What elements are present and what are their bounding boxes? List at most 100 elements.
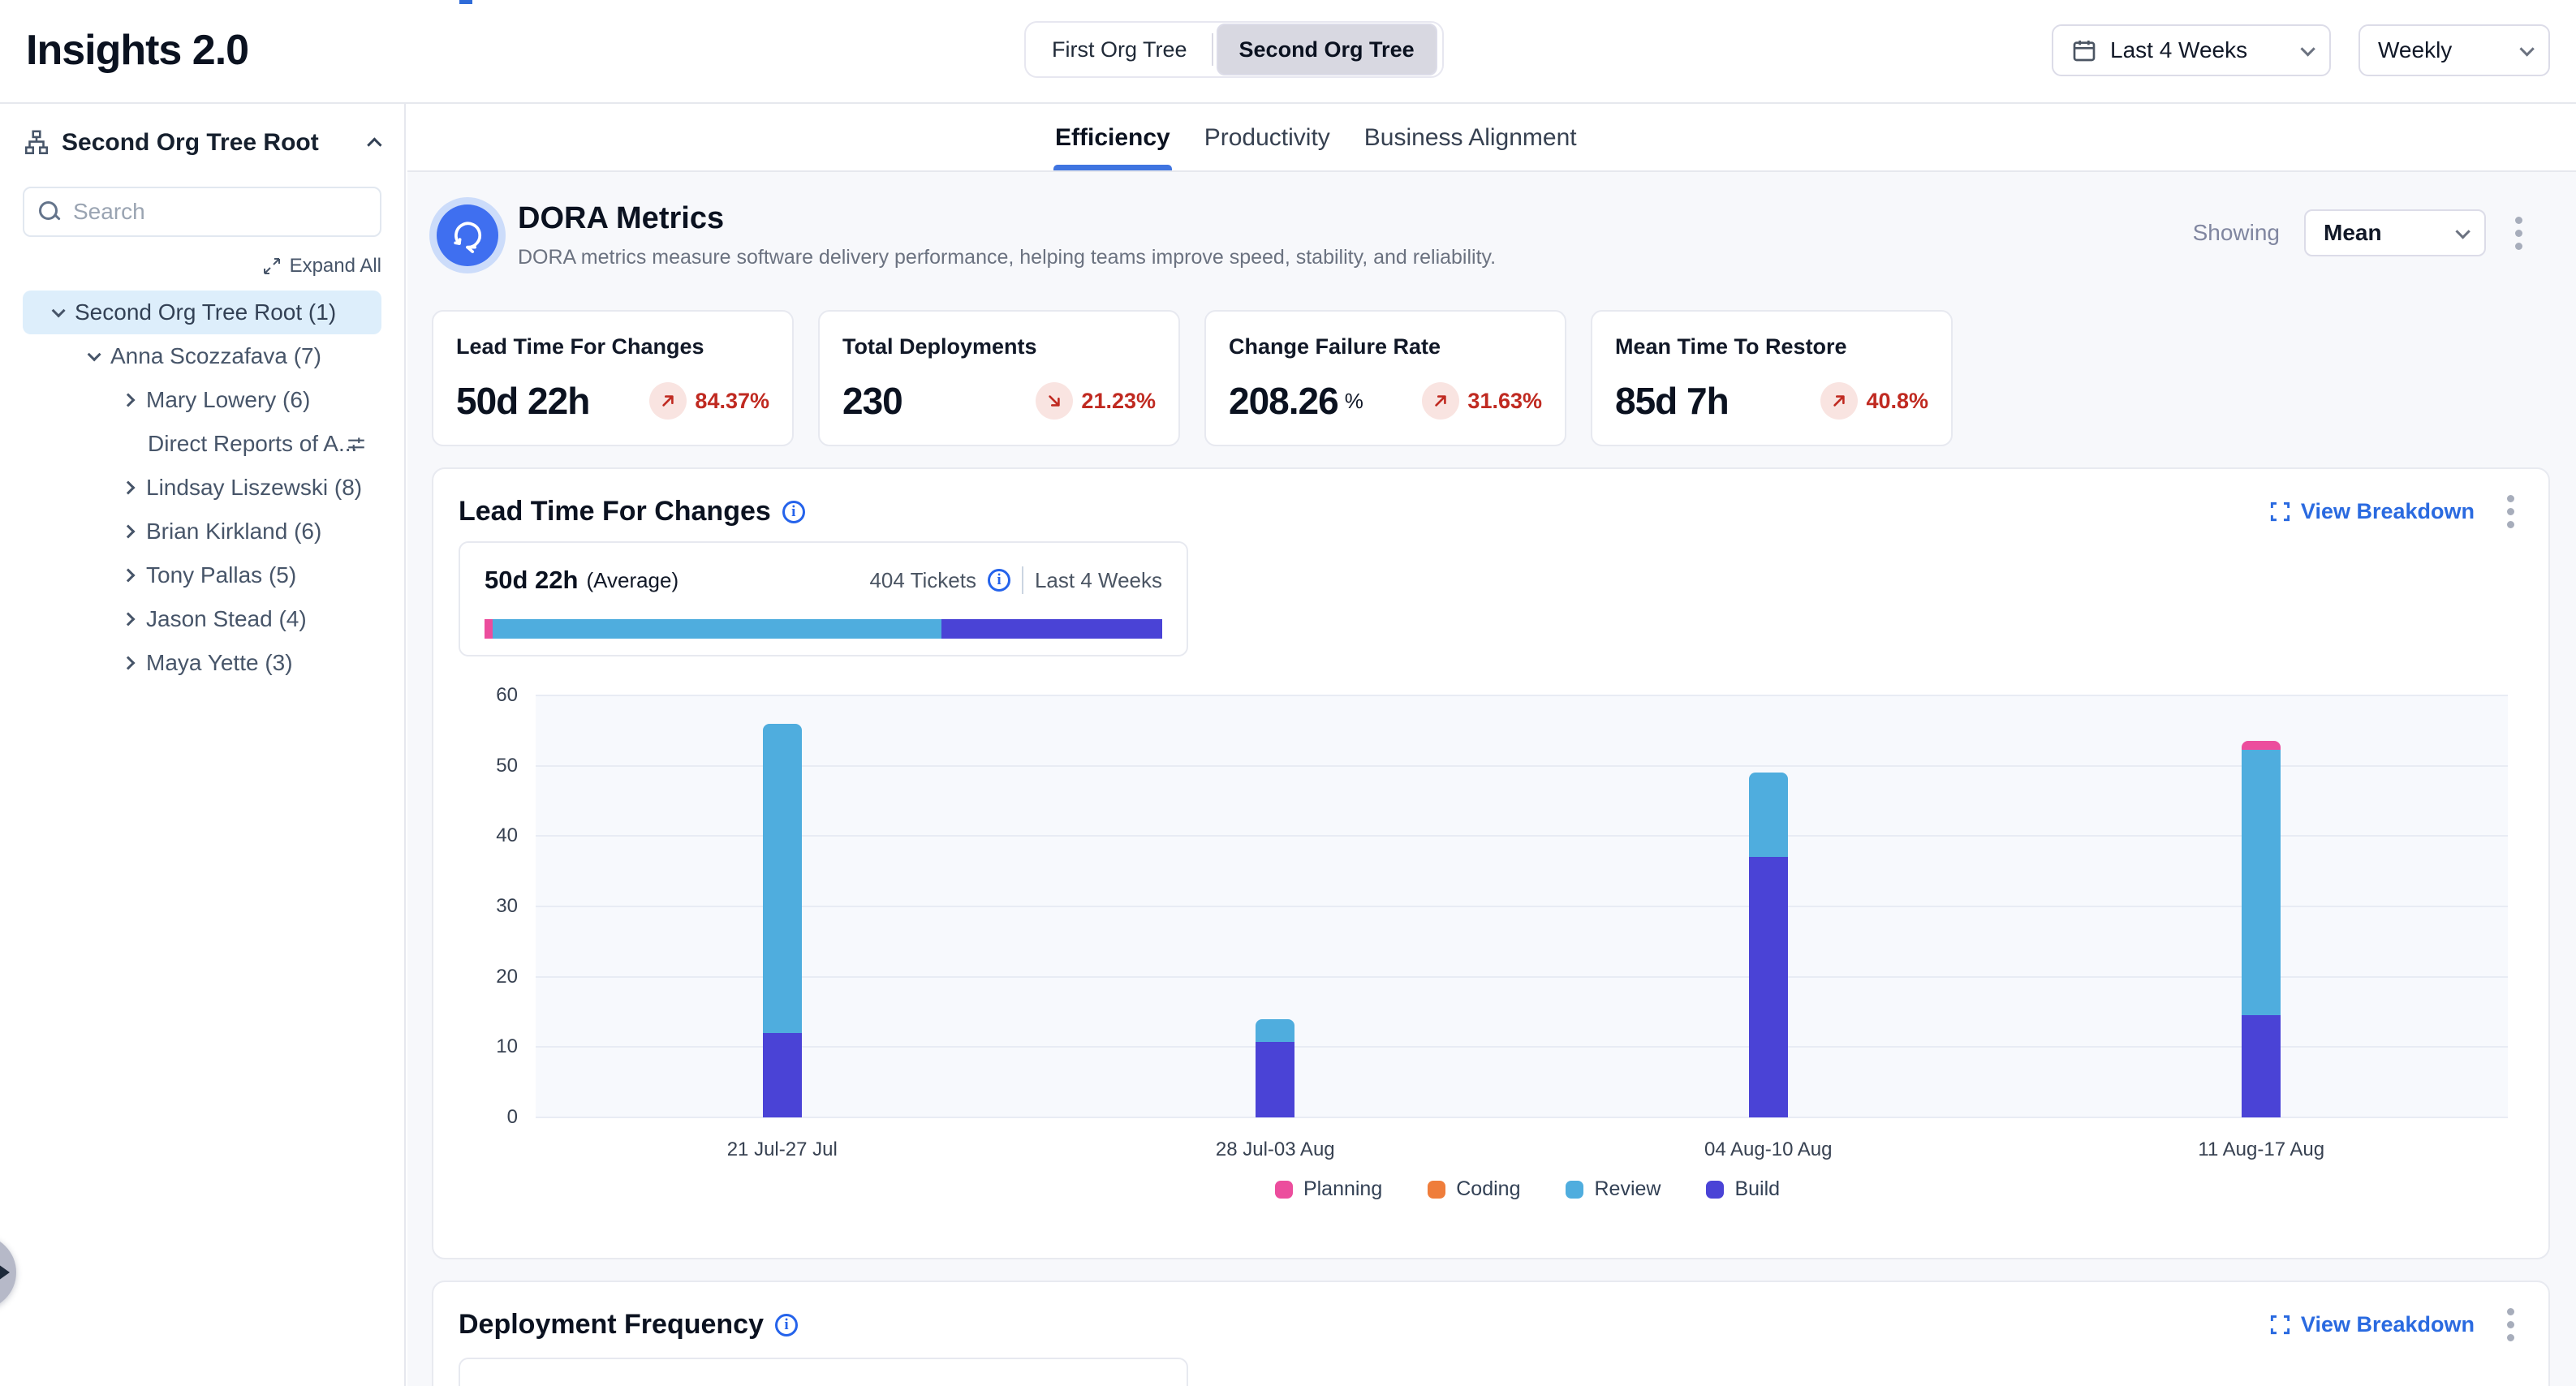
date-range-select[interactable]: Last 4 Weeks — [2052, 24, 2331, 76]
chevron-right-icon[interactable] — [122, 525, 136, 539]
info-icon[interactable]: i — [775, 1314, 798, 1336]
metric-card-value-row: 23021.23% — [842, 379, 1156, 423]
x-axis-label: 11 Aug-17 Aug — [2198, 1138, 2324, 1161]
tree-item[interactable]: Jason Stead (4) — [23, 597, 381, 641]
tree-item[interactable]: Direct Reports of A... — [23, 422, 381, 466]
tree-item-label: Lindsay Liszewski (8) — [146, 475, 362, 501]
sidebar-header: Second Org Tree Root — [23, 120, 381, 166]
trend-delta: 40.8% — [1866, 389, 1928, 414]
tab-business-alignment[interactable]: Business Alignment — [1364, 105, 1577, 170]
toggle-second-org-tree[interactable]: Second Org Tree — [1217, 24, 1437, 75]
summary-segment-build[interactable] — [941, 619, 1162, 639]
metric-card-value-row: 50d 22h84.37% — [456, 379, 769, 423]
legend-label: Coding — [1456, 1177, 1520, 1201]
tree-item-label: Anna Scozzafava (7) — [110, 343, 321, 369]
tree-item[interactable]: Brian Kirkland (6) — [23, 510, 381, 553]
tree-item[interactable]: Tony Pallas (5) — [23, 553, 381, 597]
summary-qualifier: (Average) — [586, 568, 678, 593]
trend-down-icon — [1036, 382, 1073, 420]
sidebar-collapse-button[interactable] — [367, 137, 381, 152]
x-axis-label: 21 Jul-27 Jul — [727, 1138, 838, 1161]
tree-item[interactable]: Anna Scozzafava (7) — [23, 334, 381, 378]
chevron-right-icon[interactable] — [122, 656, 136, 670]
calendar-icon — [2071, 37, 2097, 63]
chart-gridline — [536, 1046, 2508, 1048]
metric-card: Lead Time For Changes50d 22h84.37% — [432, 310, 794, 446]
bar-segment-planning — [2242, 741, 2281, 749]
legend-item-planning[interactable]: Planning — [1275, 1177, 1382, 1201]
deployment-overflow-menu[interactable] — [2502, 1303, 2519, 1346]
stacked-bar[interactable] — [2242, 741, 2281, 1117]
legend-item-coding[interactable]: Coding — [1428, 1177, 1520, 1201]
dora-title: DORA Metrics — [518, 201, 1496, 236]
trend-badge: 21.23% — [1036, 382, 1156, 420]
bar-segment-build — [2242, 1015, 2281, 1117]
info-icon[interactable]: i — [988, 569, 1010, 592]
trend-delta: 84.37% — [695, 389, 769, 414]
legend-item-review[interactable]: Review — [1566, 1177, 1661, 1201]
dora-overflow-menu[interactable] — [2510, 212, 2527, 255]
aggregation-select[interactable]: Mean — [2304, 209, 2486, 256]
expand-all-icon — [262, 256, 282, 276]
metric-card: Mean Time To Restore85d 7h40.8% — [1591, 310, 1953, 446]
lead-time-overflow-menu[interactable] — [2502, 490, 2519, 533]
tree-item[interactable]: Mary Lowery (6) — [23, 378, 381, 422]
sidebar-search — [23, 187, 381, 237]
tree-item[interactable]: Second Org Tree Root (1) — [23, 291, 381, 334]
toggle-first-org-tree[interactable]: First Org Tree — [1031, 28, 1208, 72]
chevron-right-icon[interactable] — [122, 481, 136, 495]
summary-tickets: 404 Tickets — [869, 568, 976, 593]
tree-item-label: Mary Lowery (6) — [146, 387, 310, 413]
tree-item-label: Direct Reports of A... — [148, 431, 357, 457]
summary-segment-review[interactable] — [493, 619, 941, 639]
chevron-right-icon[interactable] — [122, 569, 136, 583]
org-tree: Second Org Tree Root (1) Anna Scozzafava … — [23, 291, 381, 685]
deployment-frequency-header: Deployment Frequency i View Breakdown — [459, 1303, 2519, 1346]
app-header: Insights 2.0 First Org Tree Second Org T… — [0, 0, 2576, 104]
stacked-bar[interactable] — [763, 724, 802, 1117]
y-axis-tick-label: 10 — [496, 1035, 518, 1058]
filter-sliders-icon[interactable] — [346, 433, 367, 454]
search-input[interactable] — [73, 199, 365, 225]
tab-productivity[interactable]: Productivity — [1204, 105, 1330, 170]
deployment-frequency-title: Deployment Frequency — [459, 1309, 764, 1341]
dora-controls: Showing Mean — [2193, 209, 2527, 256]
bar-segment-review — [763, 724, 802, 1033]
chevron-down-icon[interactable] — [88, 347, 101, 361]
tab-efficiency[interactable]: Efficiency — [1055, 105, 1170, 170]
lead-time-summary-card: 50d 22h (Average) 404 Tickets i Last 4 W… — [459, 541, 1188, 656]
trend-up-icon — [649, 382, 687, 420]
trend-badge: 31.63% — [1422, 382, 1542, 420]
chart-gridline — [536, 765, 2508, 767]
metric-value: 85d 7h — [1615, 379, 1729, 423]
chart-gridline — [536, 906, 2508, 907]
chart-legend: Planning Coding Review Build — [536, 1177, 2519, 1201]
app-root: Insights 2.0 First Org Tree Second Org T… — [0, 0, 2576, 1386]
metric-value: 208.26 — [1229, 379, 1338, 423]
info-icon[interactable]: i — [782, 501, 805, 523]
expand-all-button[interactable]: Expand All — [23, 255, 381, 278]
trend-badge: 84.37% — [649, 382, 769, 420]
stacked-bar[interactable] — [1749, 773, 1788, 1117]
tree-item[interactable]: Maya Yette (3) — [23, 641, 381, 685]
chevron-right-icon[interactable] — [122, 613, 136, 626]
chevron-down-icon[interactable] — [52, 303, 66, 317]
main-area: Efficiency Productivity Business Alignment… — [407, 105, 2576, 1386]
metric-card-value-row: 208.26%31.63% — [1229, 379, 1542, 423]
y-axis-tick-label: 60 — [496, 684, 518, 707]
clipped-top-artifact — [459, 0, 472, 4]
view-breakdown-link[interactable]: View Breakdown — [2269, 499, 2475, 524]
lead-time-title: Lead Time For Changes — [459, 496, 771, 527]
view-breakdown-link[interactable]: View Breakdown — [2269, 1312, 2475, 1337]
bar-segment-build — [1256, 1042, 1294, 1117]
org-hierarchy-icon — [23, 129, 50, 157]
granularity-select[interactable]: Weekly — [2358, 24, 2550, 76]
stacked-bar[interactable] — [1256, 1019, 1294, 1117]
summary-segment-planning[interactable] — [485, 619, 493, 639]
deployment-frequency-panel: Deployment Frequency i View Breakdown — [432, 1281, 2550, 1386]
legend-item-build[interactable]: Build — [1706, 1177, 1780, 1201]
tree-item[interactable]: Lindsay Liszewski (8) — [23, 466, 381, 510]
chevron-right-icon[interactable] — [122, 394, 136, 407]
bar-segment-build — [763, 1033, 802, 1117]
y-axis-tick-label: 0 — [507, 1106, 518, 1129]
